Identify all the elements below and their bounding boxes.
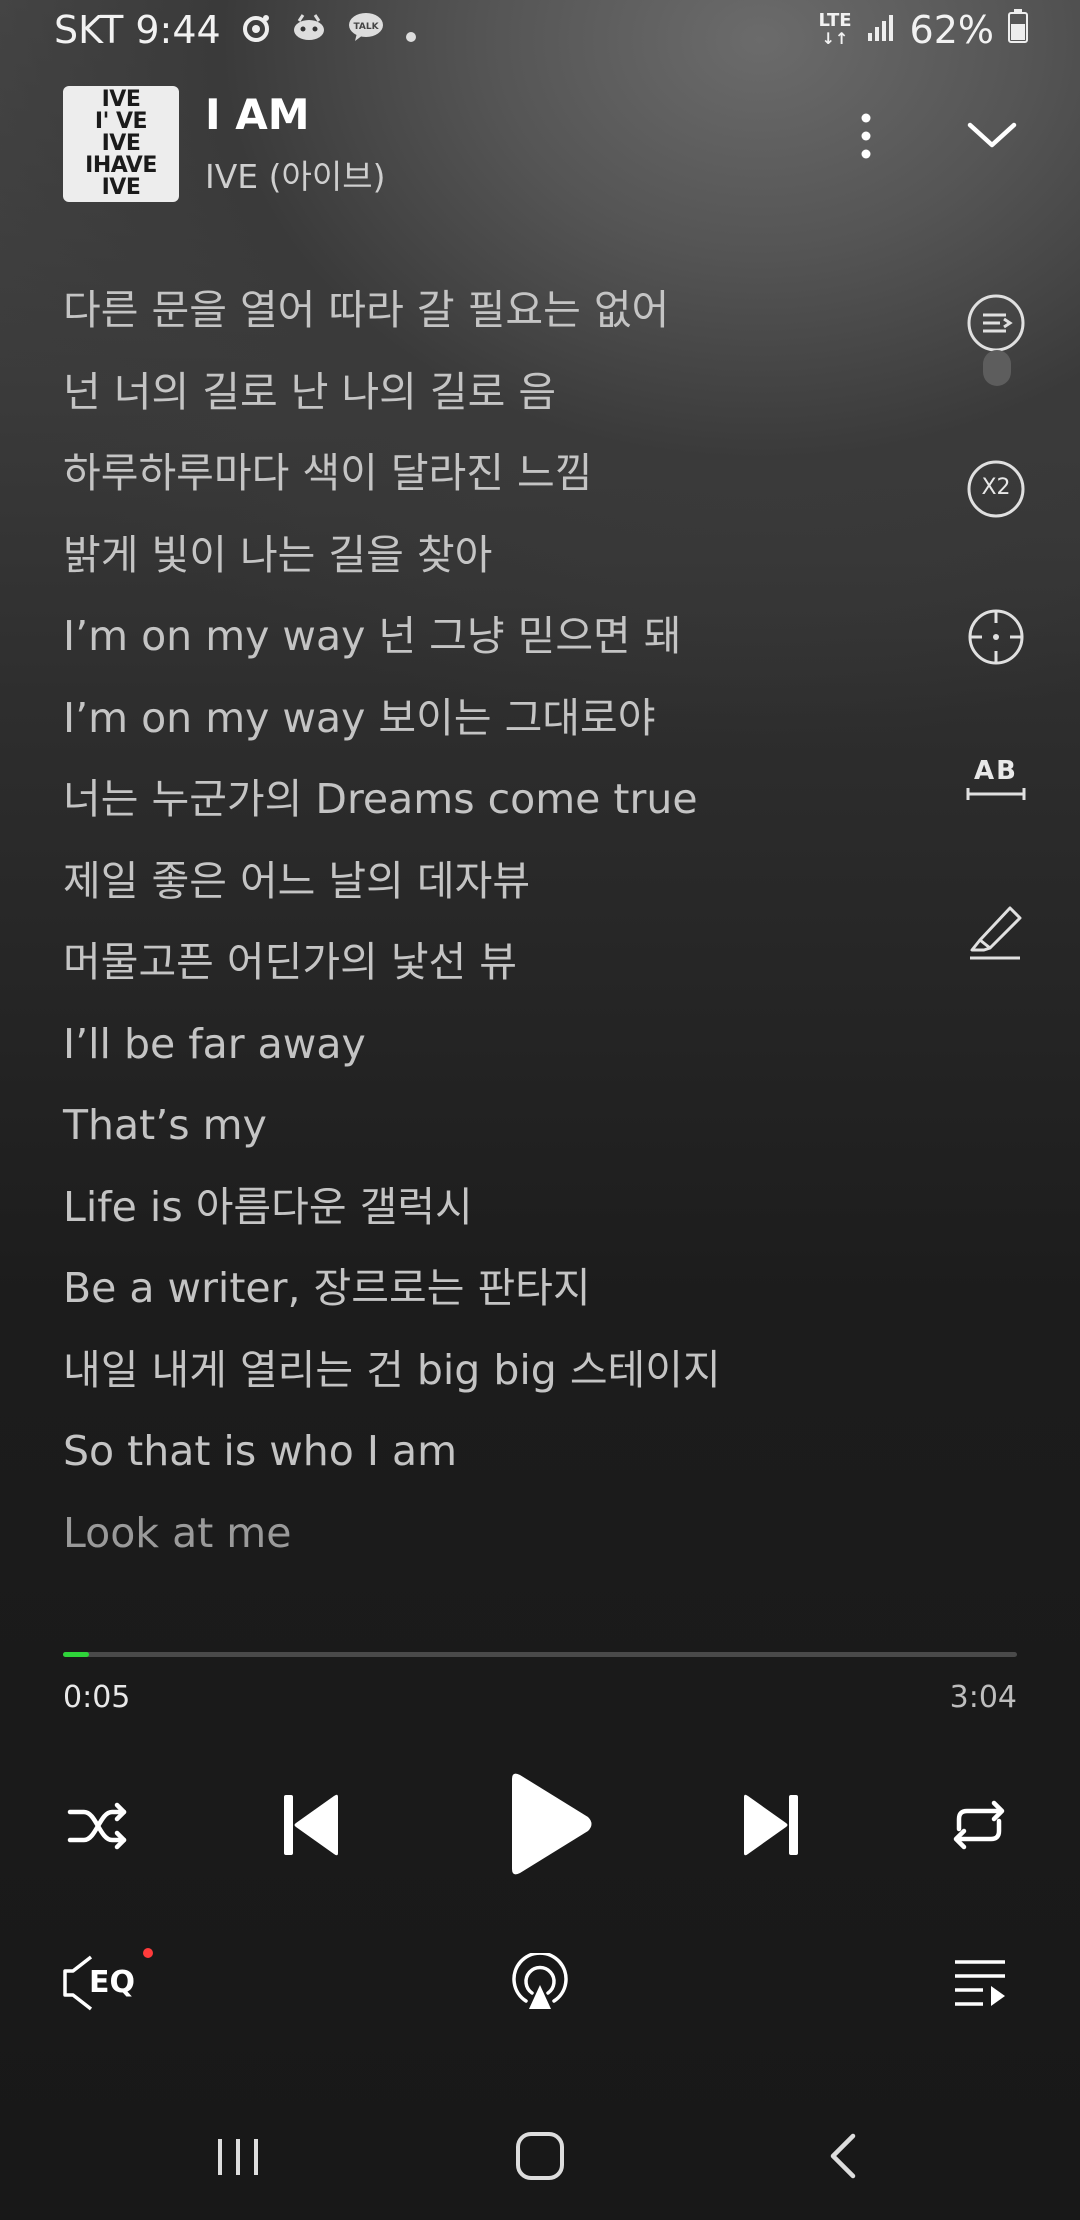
more-options-button[interactable] [846,108,886,168]
playlist-icon [955,1960,1005,2006]
lyric-line[interactable]: 넌 너의 길로 난 나의 길로 음 [63,362,943,444]
lyric-line[interactable]: Be a writer, 장르로는 판타지 [63,1258,943,1340]
album-art-line: IVE [101,131,141,156]
highlighter-icon [970,906,1022,960]
game-icon [291,8,327,52]
song-artist[interactable]: IVE (아이브) [205,150,385,198]
play-icon [512,1773,592,1875]
eq-label: EQ [89,1965,135,2000]
lyric-line[interactable]: Look at me [63,1503,943,1585]
lyric-line[interactable]: 내일 내게 열리는 건 big big 스테이지 [63,1340,943,1422]
skip-previous-icon [284,1794,338,1856]
lyric-line[interactable]: So that is who I am [63,1421,943,1503]
lyrics-view-button[interactable] [966,293,1026,353]
repeat-icon [953,1800,1005,1850]
playlist-button[interactable] [953,1958,1007,2008]
sync-lyrics-button[interactable] [966,607,1026,667]
record-icon [241,8,271,52]
lyric-line[interactable]: 머물고픈 어딘가의 낯선 뷰 [63,932,943,1014]
album-art-line: IVE [101,175,141,200]
cast-icon [512,1951,568,2009]
album-art-line: I' VE [94,109,148,134]
progress-fill [63,1652,89,1657]
talk-icon: TALK [347,8,385,52]
dot-icon [405,8,417,52]
home-button[interactable] [514,2130,566,2182]
back-icon [830,2133,856,2179]
status-right: LTE ↓↑ 62% [818,8,1028,52]
lyrics-list-icon [967,294,1025,352]
lyric-line[interactable]: I’ll be far away [63,1014,943,1096]
previous-button[interactable] [282,1793,340,1857]
shuffle-button[interactable] [66,1796,130,1856]
lyric-line[interactable]: 너는 누군가의 Dreams come true [63,769,943,851]
album-art-line: IVE [101,87,141,112]
skip-next-icon [744,1794,798,1856]
crosshair-icon [968,609,1024,665]
lyric-line[interactable]: 다른 문을 열어 따라 갈 필요는 없어 [63,280,943,362]
lyric-line[interactable]: Life is 아름다운 갤럭시 [63,1177,943,1259]
recent-apps-icon [218,2139,258,2175]
more-vertical-icon [861,113,871,159]
back-button[interactable] [825,2130,861,2182]
lyric-line[interactable]: 제일 좋은 어느 날의 데자뷰 [63,851,943,933]
signal-icon [866,8,896,52]
current-time: 0:05 [63,1680,131,1715]
speed-label: X2 [981,475,1011,500]
equalizer-button[interactable]: EQ [63,1953,143,2013]
status-left: SKT 9:44 TALK [54,8,417,52]
lte-label: LTE [818,10,852,31]
album-art[interactable]: IVE I' VE IVE IHAVE IVE [63,86,179,202]
lyric-line[interactable]: I’m on my way 넌 그냥 믿으면 돼 [63,606,943,688]
ab-repeat-button[interactable]: AB [966,752,1026,812]
next-button[interactable] [742,1793,800,1857]
lyric-line[interactable]: I’m on my way 보이는 그대로야 [63,688,943,770]
lyric-line[interactable]: 밝게 빛이 나는 길을 찾아 [63,525,943,607]
play-button[interactable] [506,1771,594,1877]
status-bar: SKT 9:44 TALK LTE ↓↑ 62% [0,0,1080,64]
song-title: I AM [205,90,310,139]
cast-button[interactable] [509,1951,571,2013]
svg-text:TALK: TALK [353,22,379,32]
side-scroll-thumb[interactable] [983,350,1011,386]
home-icon [516,2132,564,2180]
battery-percent: 62% [909,8,994,52]
lyric-line[interactable]: 하루하루마다 색이 달라진 느낌 [63,443,943,525]
album-art-line: IHAVE [85,153,157,178]
lyric-line[interactable]: That’s my [63,1095,943,1177]
carrier-time: SKT 9:44 [54,8,221,52]
highlight-button[interactable] [966,898,1026,960]
speed-button[interactable]: X2 [966,459,1026,519]
repeat-button[interactable] [949,1797,1009,1853]
ab-repeat-icon [966,788,1026,800]
recent-apps-button[interactable] [214,2133,262,2181]
chevron-down-icon [967,122,1017,148]
collapse-button[interactable] [962,110,1022,160]
shuffle-icon [67,1802,127,1850]
lyrics-list[interactable]: 다른 문을 열어 따라 갈 필요는 없어 넌 너의 길로 난 나의 길로 음 하… [63,280,943,1584]
total-time: 3:04 [949,1680,1017,1715]
lte-indicator: LTE ↓↑ [818,10,852,48]
battery-icon [1008,8,1028,52]
eq-badge [143,1948,153,1958]
progress-bar[interactable] [63,1652,1017,1657]
